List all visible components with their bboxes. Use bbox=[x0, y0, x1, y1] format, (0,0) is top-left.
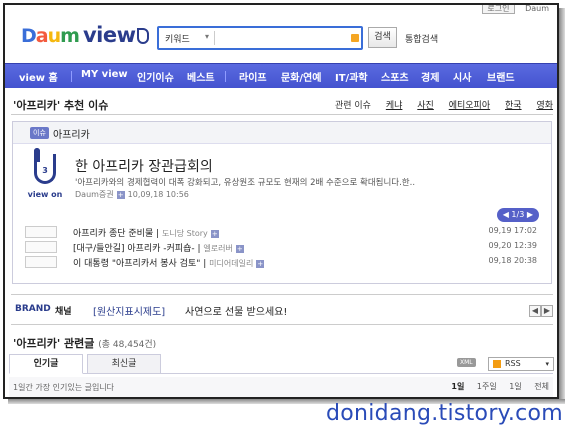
list-item[interactable]: 이 대통령 "아프리카서 봉사 검토" | 미디어데일리 + 09,18 20:3… bbox=[25, 256, 545, 269]
view-on-icon[interactable]: 3 view on bbox=[27, 148, 63, 200]
view-on-label: view on bbox=[27, 190, 63, 199]
tab-popular[interactable]: 인기글 bbox=[9, 354, 83, 374]
nav-item-current-affairs[interactable]: 시사 bbox=[453, 69, 471, 84]
issue-badge: 이슈 bbox=[30, 127, 49, 139]
tab-latest[interactable]: 최신글 bbox=[87, 354, 161, 374]
period-options: 1일 1주일 1일 전체 bbox=[441, 381, 549, 392]
recommend-issue-title: '아프리카' 추천 이슈 bbox=[13, 99, 109, 112]
related-posts-count: (총 48,454건) bbox=[98, 340, 157, 350]
rss-icon bbox=[493, 359, 501, 368]
thumbnail[interactable] bbox=[25, 226, 57, 238]
nav-item-my-view[interactable]: MY view bbox=[81, 69, 128, 80]
section-divider bbox=[11, 114, 553, 115]
brand-campaign-link[interactable]: [원산지표시제도] bbox=[93, 303, 165, 318]
next-arrow-icon[interactable]: ▶ bbox=[541, 305, 553, 317]
list-item-title[interactable]: [대구/들안길] 아프리카 -커피숍- bbox=[73, 244, 195, 254]
nav-item-it-science[interactable]: IT/과학 bbox=[335, 69, 368, 84]
issue-panel: 이슈 아프리카 3 view on 한 아프리카 장관급회의 '아프리카와의 경… bbox=[12, 121, 552, 284]
related-posts-title: '아프리카' 관련글 (총 48,454건) bbox=[13, 337, 157, 350]
period-filter-bar: 1일간 가장 인기있는 글입니다 1일 1주일 1일 전체 bbox=[9, 377, 553, 397]
search-scope-select[interactable]: 키워드 bbox=[165, 32, 190, 45]
blog-watermark: donidang.tistory.com bbox=[326, 401, 564, 426]
chevron-down-icon[interactable]: ▾ bbox=[205, 32, 209, 41]
hand-icon bbox=[137, 28, 150, 44]
period-1day-alt[interactable]: 1일 bbox=[509, 382, 521, 391]
brand-label: BRAND bbox=[15, 304, 51, 314]
nav-item-view-home[interactable]: view 홈 bbox=[19, 69, 58, 84]
period-1week[interactable]: 1주일 bbox=[477, 382, 497, 391]
nav-item-popular-issue[interactable]: 인기이슈 bbox=[137, 69, 174, 84]
period-hint: 1일간 가장 인기있는 글입니다 bbox=[13, 383, 115, 392]
nav-item-economy[interactable]: 경제 bbox=[421, 69, 439, 84]
list-item-source[interactable]: 도니당 Story bbox=[162, 229, 208, 238]
search-input[interactable] bbox=[219, 30, 339, 46]
chevron-down-icon[interactable]: ▾ bbox=[545, 358, 549, 370]
related-issue-label: 관련 이슈 bbox=[334, 101, 371, 111]
prev-arrow-icon[interactable]: ◀ bbox=[529, 305, 541, 317]
list-item-date: 09,18 20:38 bbox=[488, 256, 538, 265]
list-item[interactable]: 아프리카 종단 준비물 | 도니당 Story + 09,19 17:02 bbox=[25, 226, 545, 239]
period-1day[interactable]: 1일 bbox=[451, 382, 464, 391]
daum-logo-text: Daum bbox=[21, 25, 80, 47]
list-item-title[interactable]: 아프리카 종단 준비물 bbox=[73, 229, 153, 239]
issue-date: 10,09,18 10:56 bbox=[127, 190, 189, 199]
brand-message-link[interactable]: 사연으로 선물 받으세요! bbox=[185, 303, 287, 318]
nav-item-sports[interactable]: 스포츠 bbox=[381, 69, 409, 84]
daum-link[interactable]: Daum bbox=[525, 5, 549, 13]
list-item[interactable]: [대구/들안길] 아프리카 -커피숍- | 엘로러버 + 09,20 12:39 bbox=[25, 241, 545, 254]
list-item-source[interactable]: 엘로러버 bbox=[203, 244, 232, 253]
view-on-count: 3 bbox=[42, 166, 48, 175]
tab-korea[interactable]: 한국 bbox=[505, 101, 522, 111]
tab-movie[interactable]: 영화 bbox=[536, 101, 553, 111]
issue-name[interactable]: 아프리카 bbox=[53, 126, 90, 141]
view-logo-text: view bbox=[82, 23, 136, 47]
list-item-title[interactable]: 이 대통령 "아프리카서 봉사 검토" bbox=[73, 259, 200, 269]
thumbnail[interactable] bbox=[25, 241, 57, 253]
plus-icon[interactable]: + bbox=[235, 244, 244, 253]
issue-headline[interactable]: 한 아프리카 장관급회의 bbox=[75, 156, 213, 176]
nav-item-life[interactable]: 라이프 bbox=[239, 69, 267, 84]
plus-icon[interactable]: + bbox=[116, 190, 125, 199]
section-divider bbox=[11, 324, 553, 325]
search-box: 키워드 ▾ bbox=[157, 26, 363, 50]
issue-summary[interactable]: '아프리카와의 경제협력이 대폭 강화되고, 유상원조 규모도 현재의 2배 수… bbox=[75, 176, 415, 188]
channel-label: 채널 bbox=[55, 307, 72, 317]
issue-meta: Daum증권 +10,09,18 10:56 bbox=[75, 189, 189, 200]
total-search-link[interactable]: 통합검색 bbox=[405, 32, 438, 45]
list-item-source[interactable]: 미디어데일리 bbox=[209, 259, 253, 268]
period-all[interactable]: 전체 bbox=[534, 382, 549, 391]
plus-icon[interactable]: + bbox=[256, 259, 265, 268]
nav-item-brand[interactable]: 브랜드 bbox=[487, 69, 515, 84]
issue-header: 이슈 아프리카 bbox=[13, 122, 551, 144]
nav-item-best[interactable]: 베스트 bbox=[187, 69, 215, 84]
tab-photo[interactable]: 사진 bbox=[417, 101, 434, 111]
nav-divider bbox=[225, 71, 226, 82]
issue-source[interactable]: Daum증권 bbox=[75, 190, 114, 199]
tab-kenya[interactable]: 케냐 bbox=[386, 101, 403, 111]
issue-pager[interactable]: ◀ 1/3 ▶ bbox=[496, 208, 539, 222]
brand-arrows: ◀ ▶ bbox=[529, 305, 553, 317]
nav-divider bbox=[71, 71, 72, 82]
login-link[interactable]: 로그인 bbox=[482, 5, 515, 14]
thumbnail[interactable] bbox=[25, 256, 57, 268]
related-issue-tabs: 관련 이슈 케냐 사진 에티오피아 한국 영화 bbox=[323, 98, 553, 111]
rss-label: RSS bbox=[505, 359, 521, 368]
nav-item-culture[interactable]: 문화/연예 bbox=[281, 69, 321, 84]
search-divider bbox=[214, 31, 215, 45]
plus-icon[interactable]: + bbox=[210, 229, 219, 238]
tab-ethiopia[interactable]: 에티오피아 bbox=[449, 101, 490, 111]
rss-select[interactable]: RSS ▾ bbox=[488, 357, 554, 371]
list-item-date: 09,20 12:39 bbox=[488, 241, 538, 250]
screenshot-frame: 로그인 Daum Daum view 키워드 ▾ 검색 통합검색 view 홈 … bbox=[3, 3, 559, 399]
section-divider bbox=[11, 294, 553, 295]
frame-shadow-right bbox=[559, 8, 565, 402]
list-item-date: 09,19 17:02 bbox=[488, 226, 538, 235]
daum-view-logo[interactable]: Daum view bbox=[21, 23, 150, 47]
search-button[interactable]: 검색 bbox=[368, 27, 397, 48]
top-links: 로그인 Daum bbox=[474, 5, 549, 14]
keyboard-icon[interactable] bbox=[351, 34, 359, 42]
main-nav: view 홈 MY view 인기이슈 베스트 라이프 문화/연예 IT/과학 … bbox=[5, 63, 557, 88]
xml-badge[interactable]: XML bbox=[457, 358, 476, 367]
brand-channel-bar: BRAND 채널 [원산지표시제도] 사연으로 선물 받으세요! ◀ ▶ bbox=[13, 301, 553, 321]
